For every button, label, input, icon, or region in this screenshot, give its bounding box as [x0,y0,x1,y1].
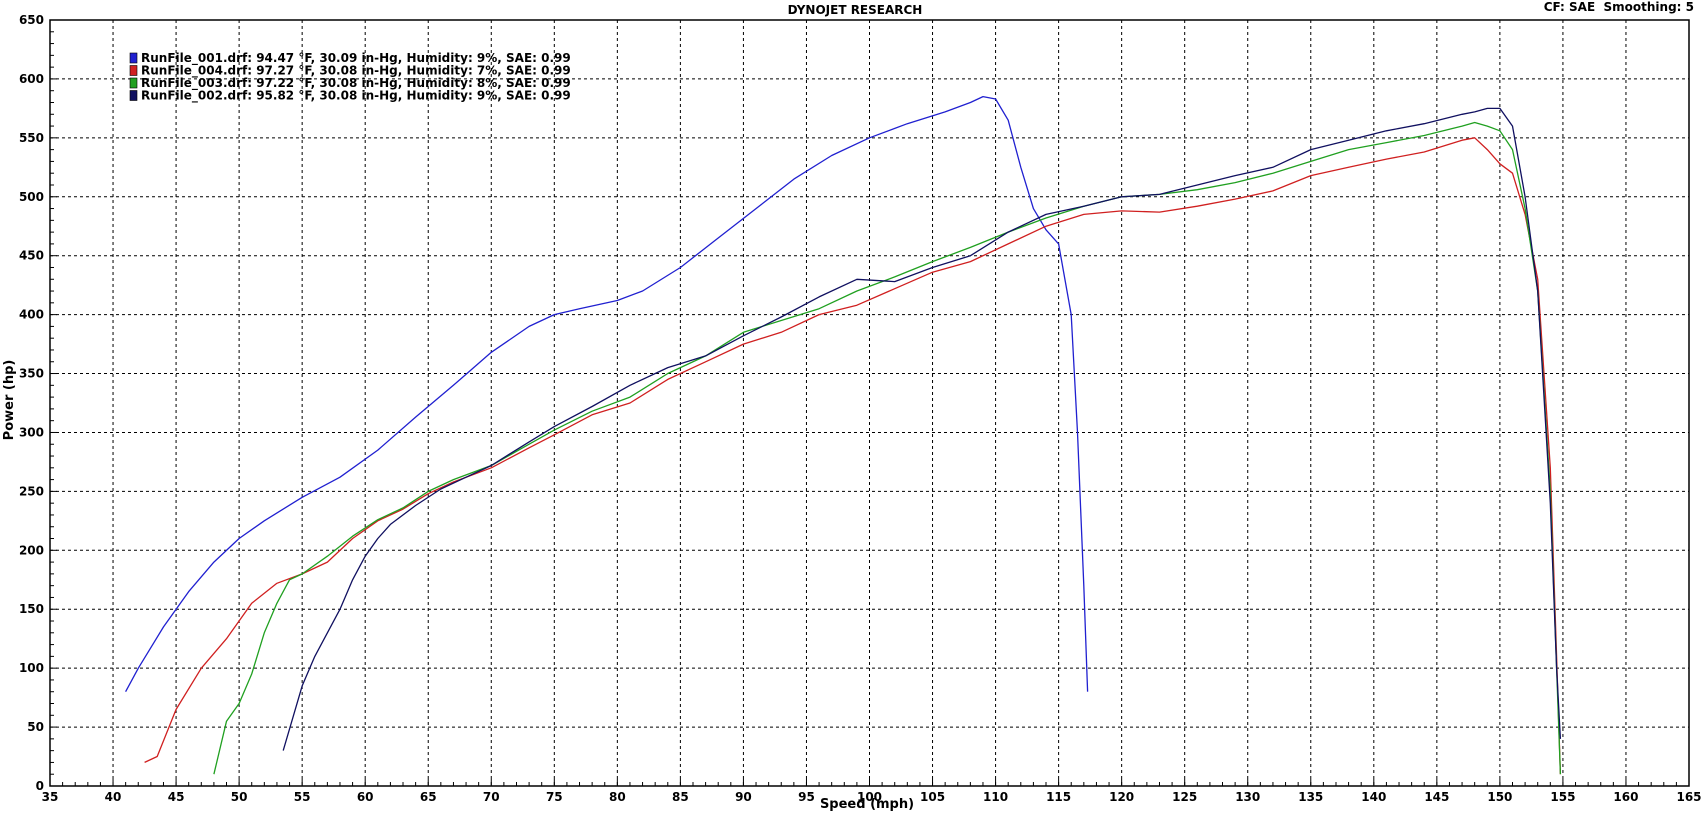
x-tick-label-150: 150 [1487,790,1512,804]
y-tick-label-500: 500 [19,190,44,204]
x-tick-label-50: 50 [231,790,248,804]
dyno-chart: 35 40 45 50 55 60 65 70 75 80 85 90 95 100 105 110 115 12… [0,0,1702,812]
series-layer [125,95,1562,775]
x-tick-label-135: 135 [1298,790,1323,804]
y-tick-label-150: 150 [19,602,44,616]
y-tick-label-0: 0 [36,779,44,793]
y-axis-label: Power (hp) [2,360,17,441]
axis-layer: 35 40 45 50 55 60 65 70 75 80 85 90 95 100 105 110 115 12… [19,13,1702,804]
y-tick-label-650: 650 [19,13,44,27]
x-tick-label-120: 120 [1109,790,1134,804]
y-tick-label-50: 50 [27,720,44,734]
x-tick-label-55: 55 [294,790,311,804]
x-tick-label-155: 155 [1550,790,1575,804]
y-tick-label-200: 200 [19,543,44,557]
chart-title: DYNOJET RESEARCH [788,3,923,17]
x-tick-label-105: 105 [920,790,945,804]
x-tick-label-75: 75 [546,790,563,804]
x-tick-label-90: 90 [735,790,752,804]
y-tick-label-100: 100 [19,661,44,675]
legend-swatch-3 [129,77,138,89]
series-line-1 [125,95,1089,693]
x-tick-label-145: 145 [1424,790,1449,804]
y-tick-label-450: 450 [19,249,44,263]
x-tick-label-45: 45 [168,790,185,804]
y-tick-label-600: 600 [19,72,44,86]
x-tick-label-70: 70 [483,790,500,804]
legend-swatch-4 [129,90,138,101]
x-tick-label-165: 165 [1676,790,1701,804]
x-tick-label-140: 140 [1361,790,1386,804]
legend-layer: RunFile_001.drf: 94.47 °F, 30.09 in-Hg, … [129,51,571,104]
y-tick-label-350: 350 [19,367,44,381]
x-tick-label-115: 115 [1046,790,1071,804]
series-line-2 [144,137,1562,775]
x-axis-label: Speed (mph) [820,797,914,812]
legend-swatch-1 [129,52,138,64]
x-tick-label-160: 160 [1613,790,1638,804]
x-tick-label-35: 35 [42,790,59,804]
y-tick-label-550: 550 [19,131,44,145]
y-tick-label-300: 300 [19,425,44,439]
x-tick-label-40: 40 [105,790,122,804]
x-tick-label-130: 130 [1235,790,1260,804]
x-tick-label-125: 125 [1172,790,1197,804]
x-tick-label-80: 80 [609,790,626,804]
legend-swatch-2 [129,65,138,76]
chart-svg: 35 40 45 50 55 60 65 70 75 80 85 90 95 100 105 110 115 12… [2,0,1702,812]
x-tick-label-110: 110 [983,790,1008,804]
y-tick-label-250: 250 [19,484,44,498]
legend-entry-4: RunFile_002.drf: 95.82 °F, 30.08 in-Hg, … [141,89,571,104]
series-line-3 [213,121,1562,775]
x-tick-label-65: 65 [420,790,437,804]
y-tick-label-400: 400 [19,308,44,322]
grid-layer [50,20,1689,786]
x-tick-label-95: 95 [798,790,815,804]
x-tick-label-85: 85 [672,790,689,804]
chart-header-right: CF: SAE Smoothing: 5 [1544,0,1694,14]
x-tick-label-60: 60 [357,790,374,804]
series-line-4 [282,107,1562,751]
